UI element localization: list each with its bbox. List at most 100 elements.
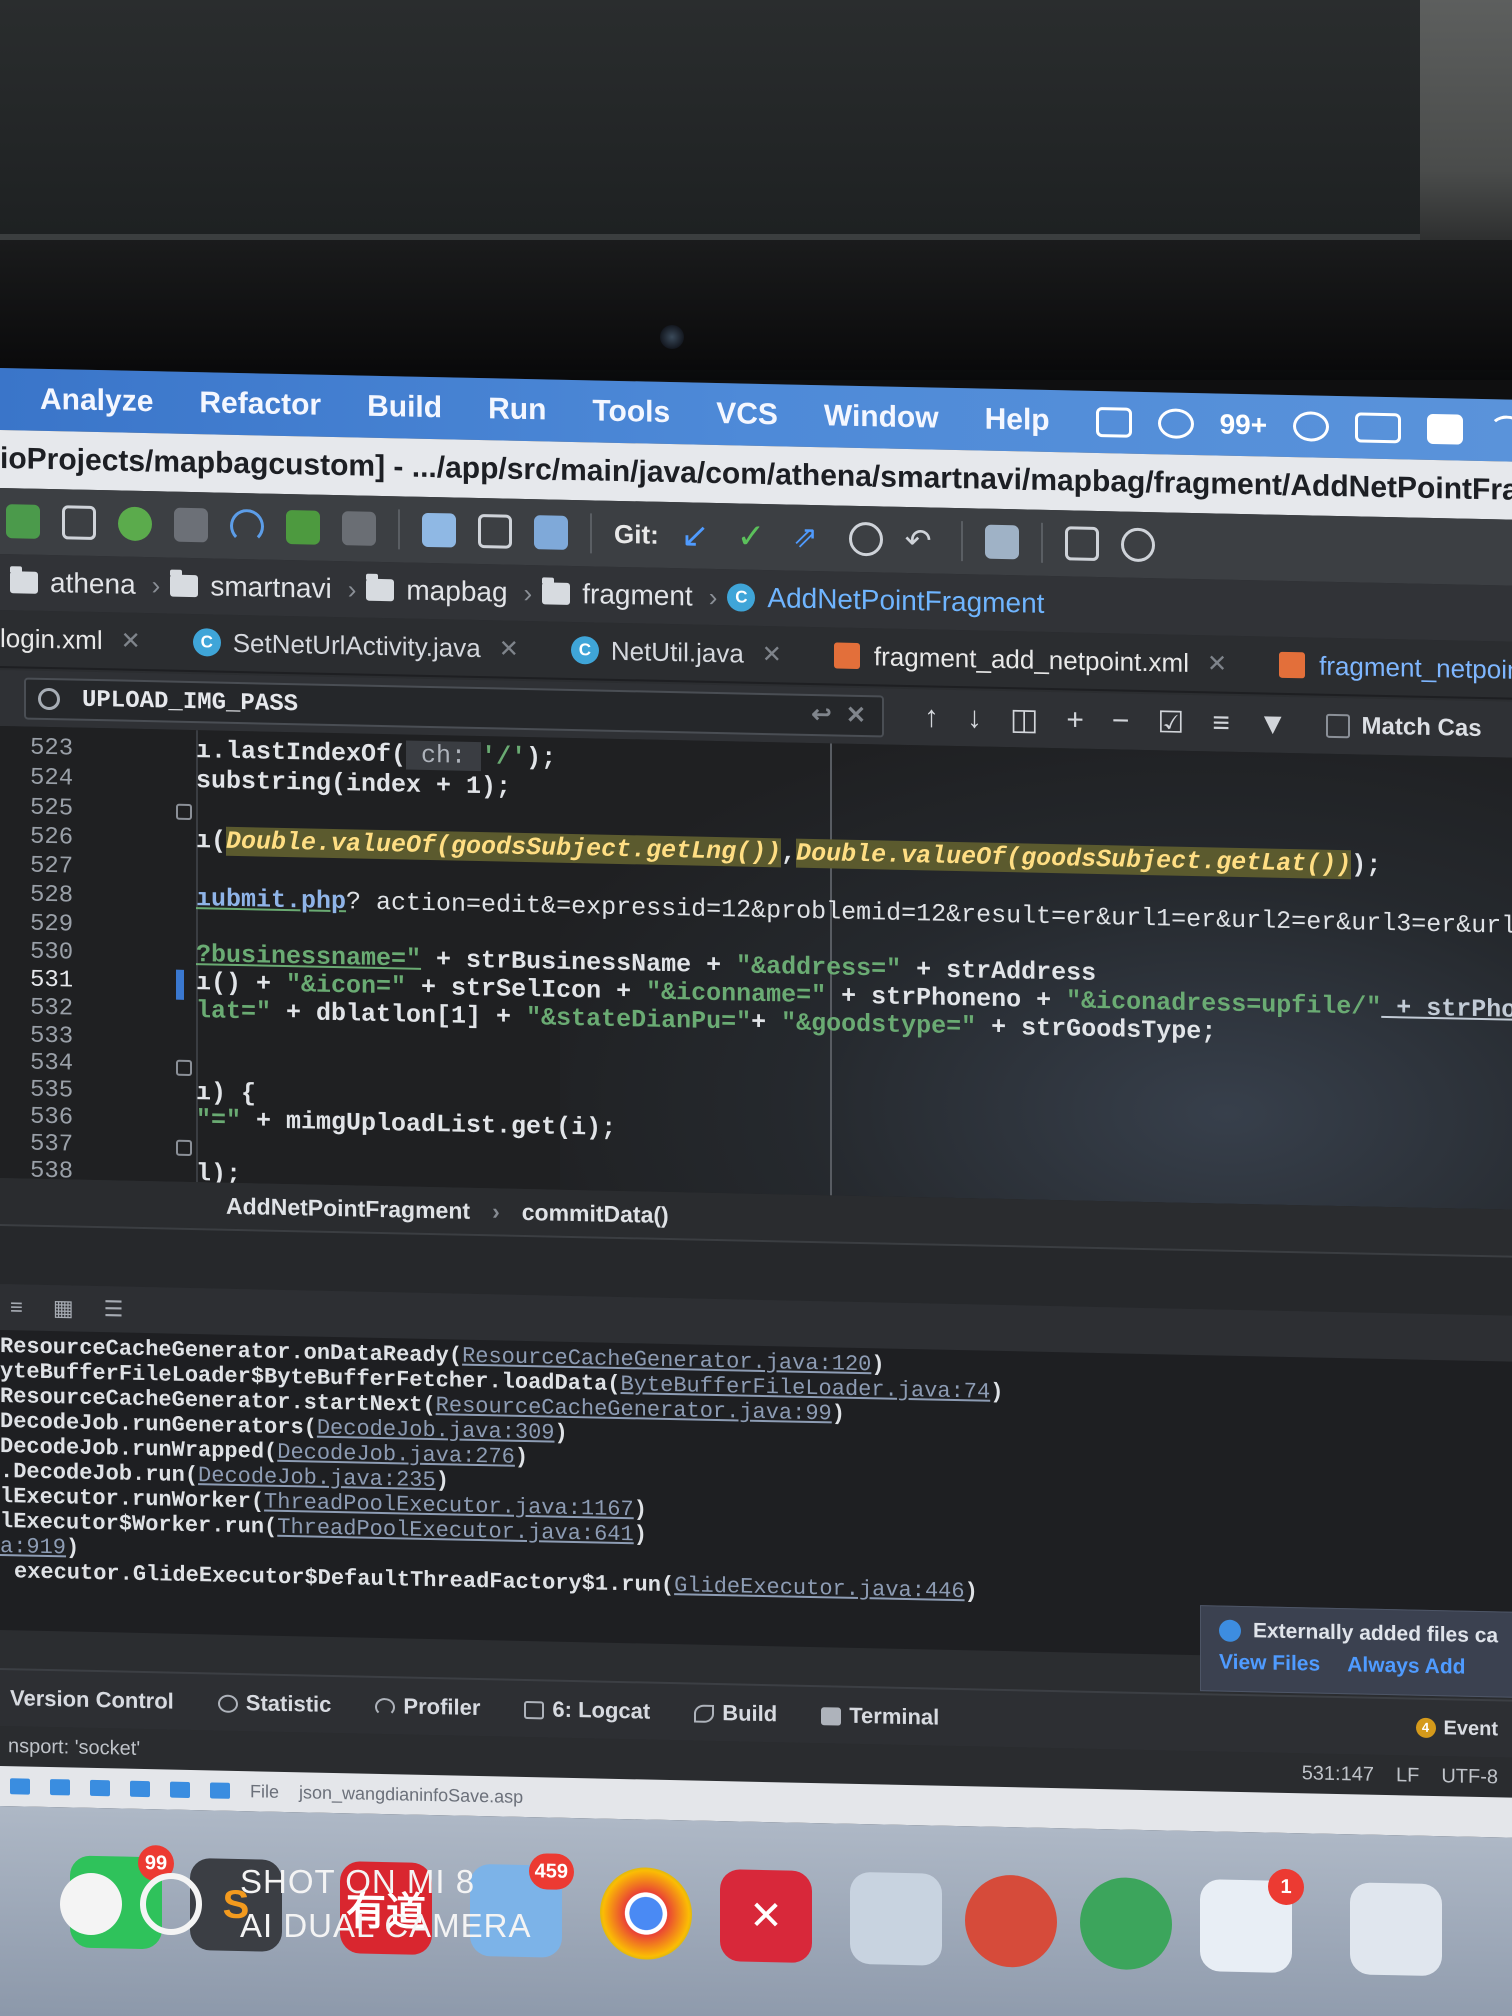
line-number: 523 [30, 734, 74, 763]
select-all-occurrences-icon[interactable]: ◫ [1010, 702, 1038, 738]
chevron-right-icon: › [347, 573, 357, 604]
menu-help[interactable]: Help [985, 403, 1050, 438]
android-studio-dock-icon[interactable] [1080, 1876, 1172, 1971]
stop-icon[interactable] [342, 511, 376, 546]
elephant-icon[interactable] [1293, 411, 1330, 442]
make-project-icon[interactable] [6, 504, 40, 539]
attach-debugger-icon[interactable] [174, 507, 208, 543]
finder-path-json[interactable]: json_wangdianinfoSave.asp [299, 1782, 523, 1808]
tool-terminal[interactable]: Terminal [821, 1702, 939, 1730]
breadcrumb-mapbag[interactable]: mapbag [366, 574, 508, 609]
menu-refactor[interactable]: Refactor [199, 386, 321, 423]
view-files-link[interactable]: View Files [1219, 1651, 1320, 1676]
sdk-manager-icon[interactable] [534, 515, 568, 550]
instruments-dock-icon[interactable] [965, 1874, 1057, 1969]
menu-build[interactable]: Build [367, 390, 442, 426]
status-message: nsport: 'socket' [8, 1734, 141, 1760]
list-icon[interactable] [62, 505, 96, 541]
editor-crumb-class[interactable]: AddNetPointFragment [226, 1192, 470, 1224]
breadcrumb-fragment[interactable]: fragment [542, 577, 693, 612]
avd-manager-icon[interactable] [478, 514, 512, 549]
close-icon[interactable]: ✕ [121, 626, 141, 655]
add-occurrence-icon[interactable]: + [1066, 703, 1084, 737]
apply-changes-icon[interactable] [286, 509, 320, 545]
laptop-screen: Analyze Refactor Build Run Tools VCS Win… [0, 368, 1512, 2016]
filter-icon[interactable]: ▼ [1258, 707, 1288, 742]
tab-setnerurlactivity[interactable]: C SetNetUrlActivity.java ✕ [192, 627, 533, 665]
tool-build[interactable]: Build [694, 1700, 777, 1728]
previous-occurrence-icon[interactable]: ↑ [924, 700, 939, 734]
tab-fragment-netpoint-info[interactable]: fragment_netpoint_info.xr [1279, 649, 1512, 687]
tool-statistic[interactable]: Statistic [217, 1690, 331, 1718]
battery-icon[interactable] [1355, 412, 1402, 444]
search-tools: ↑ ↓ ◫ + − ☑ ≡ ▼ Match Cas [924, 700, 1482, 747]
match-case-checkbox[interactable]: Match Cas [1325, 712, 1482, 743]
menu-bar-tray: 99+ [1095, 406, 1512, 448]
debug-icon[interactable] [118, 506, 152, 542]
app-store-dock-icon[interactable]: 1 [1200, 1868, 1304, 1974]
git-history-icon[interactable] [848, 521, 883, 557]
git-commit-icon[interactable]: ✓ [737, 517, 771, 556]
code-editor[interactable]: 523 524 525 526 527 528 529 530 531 532 … [0, 726, 1512, 1210]
tool-logcat[interactable]: 6: Logcat [524, 1696, 650, 1725]
search-everywhere-icon[interactable] [1120, 527, 1155, 563]
xmind-dock-icon[interactable]: ✕ [720, 1869, 812, 1964]
breadcrumb-addnetpointfragment[interactable]: C AddNetPointFragment [727, 581, 1044, 620]
clear-search-icon[interactable]: ↩ ✕ [811, 700, 866, 731]
qq-icon[interactable] [1095, 406, 1132, 438]
fold-marker-icon[interactable] [176, 803, 192, 821]
sync-gradle-icon[interactable] [422, 512, 456, 548]
wifi-icon[interactable] [1489, 415, 1512, 446]
git-push-icon[interactable]: ⇗ [793, 521, 827, 556]
menu-tools[interactable]: Tools [592, 394, 670, 430]
menu-window[interactable]: Window [824, 399, 939, 435]
stack-link[interactable]: a:919 [0, 1534, 66, 1560]
chrome-dock-icon[interactable] [600, 1866, 692, 1961]
event-log[interactable]: 4 Event [1415, 1716, 1498, 1741]
caret-position[interactable]: 531:147 [1302, 1762, 1374, 1787]
presentation-icon[interactable] [1064, 526, 1099, 562]
select-all-icon[interactable]: ☑ [1157, 705, 1184, 741]
editor-crumb-method[interactable]: commitData() [522, 1198, 669, 1228]
close-icon[interactable]: ✕ [499, 634, 519, 663]
line-number: 524 [30, 764, 74, 793]
profiler-icon[interactable] [230, 508, 264, 544]
fold-marker-icon[interactable] [176, 1139, 192, 1157]
settings-lines-icon[interactable]: ☰ [104, 1296, 124, 1322]
soft-wrap-icon[interactable]: ≡ [10, 1294, 23, 1320]
git-update-icon[interactable]: ↙ [681, 516, 715, 555]
preview-dock-icon[interactable] [850, 1871, 942, 1966]
menu-run[interactable]: Run [488, 392, 546, 427]
folder-icon [366, 578, 395, 602]
remove-occurrence-icon[interactable]: − [1112, 704, 1130, 738]
breadcrumb-smartnavi[interactable]: smartnavi [170, 570, 332, 605]
next-occurrence-icon[interactable]: ↓ [967, 701, 982, 735]
wechat-icon[interactable] [1157, 408, 1194, 440]
close-icon[interactable]: ✕ [762, 639, 782, 668]
stack-link[interactable]: GlideExecutor.java:446 [674, 1573, 964, 1604]
menu-analyze[interactable]: Analyze [40, 383, 153, 419]
project-structure-icon[interactable] [984, 524, 1019, 560]
fold-marker-icon[interactable] [176, 1059, 192, 1077]
line-number: 529 [30, 910, 74, 939]
file-encoding[interactable]: UTF-8 [1441, 1765, 1498, 1789]
table-view-icon[interactable]: ▦ [53, 1295, 74, 1321]
toolbar-divider [960, 521, 963, 562]
menu-vcs[interactable]: VCS [716, 397, 778, 432]
tab-fragment-add-netpoint[interactable]: fragment_add_netpoint.xml ✕ [833, 640, 1241, 680]
filter-lines-icon[interactable]: ≡ [1212, 706, 1230, 740]
finder-path-file[interactable]: File [250, 1781, 279, 1803]
tab-netutil[interactable]: C NetUtil.java ✕ [570, 634, 796, 670]
tab-login-xml[interactable]: login.xml ✕ [0, 623, 155, 657]
always-add-link[interactable]: Always Add [1347, 1653, 1465, 1678]
tool-version-control[interactable]: Version Control [10, 1685, 174, 1714]
breadcrumb-athena[interactable]: athena [10, 566, 136, 601]
rollback-icon[interactable]: ↶ [905, 522, 939, 559]
document-dock-icon[interactable] [1350, 1882, 1442, 1977]
line-separator[interactable]: LF [1396, 1764, 1419, 1787]
close-icon[interactable]: ✕ [1207, 649, 1227, 678]
toolbar-divider [1040, 522, 1043, 563]
tool-profiler[interactable]: Profiler [375, 1693, 480, 1721]
search-icon [38, 687, 60, 711]
input-method-icon[interactable] [1427, 413, 1464, 445]
